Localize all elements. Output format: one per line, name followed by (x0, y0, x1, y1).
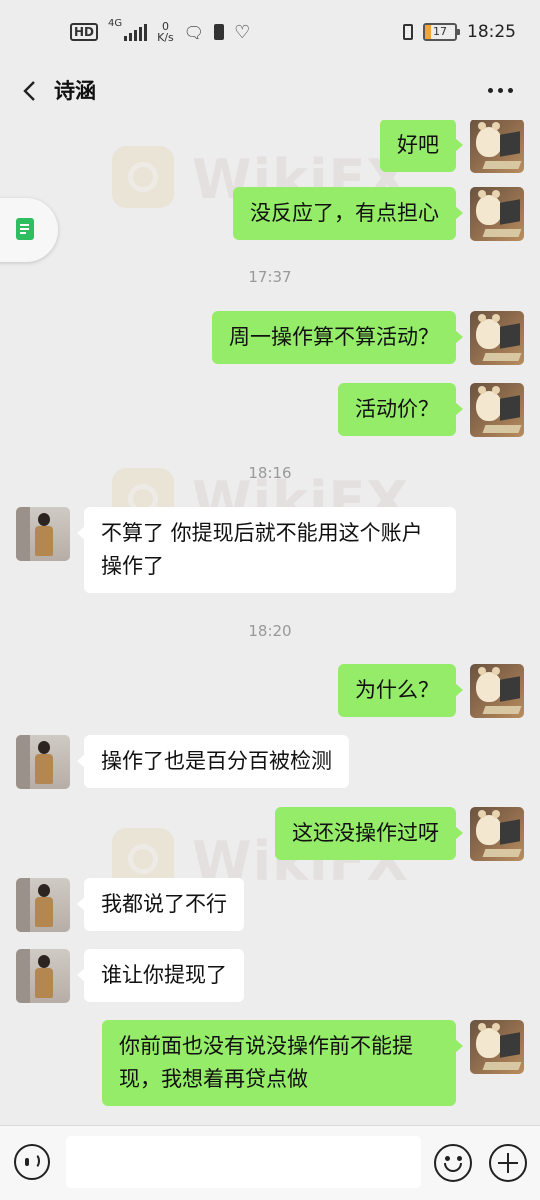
my-avatar[interactable] (470, 383, 524, 437)
message-bubble[interactable]: 活动价？ (338, 383, 463, 436)
my-avatar[interactable] (470, 120, 524, 173)
my-avatar[interactable] (470, 664, 524, 718)
chevron-left-icon[interactable] (16, 76, 46, 106)
heart-icon: ♡ (234, 21, 251, 43)
document-icon (16, 218, 34, 240)
message-bubble[interactable]: 谁让你提现了 (77, 949, 244, 1002)
emoji-icon[interactable] (434, 1144, 472, 1182)
chat-header: 诗涵 (0, 64, 540, 120)
message-bubble[interactable]: 操作了也是百分百被检测 (77, 735, 349, 788)
contact-avatar[interactable] (16, 949, 70, 1003)
battery-level: 17 (433, 25, 447, 38)
timestamp: 18:20 (248, 622, 292, 640)
vibrate-icon (403, 24, 413, 40)
status-right: 17 18:25 (403, 18, 516, 46)
message-list[interactable]: WikiFX WikiFX WikiFX 好吧 没反应了，有点担心 17:37 … (0, 120, 540, 1125)
message-bubble[interactable]: 没反应了，有点担心 (233, 187, 463, 240)
timestamp: 18:16 (248, 464, 292, 482)
message-input[interactable] (66, 1136, 421, 1188)
my-avatar[interactable] (470, 1020, 524, 1074)
status-bar: HD 4G 0 K/s 🗨 ♡ 17 18:25 (0, 0, 540, 64)
status-left: HD 4G 0 K/s 🗨 ♡ (70, 18, 250, 46)
more-dots-icon[interactable] (488, 84, 518, 96)
message-bubble[interactable]: 不算了 你提现后就不能用这个账户操作了 (77, 507, 456, 593)
chat-title: 诗涵 (54, 79, 96, 103)
message-bubble[interactable]: 这还没操作过呀 (275, 807, 463, 860)
message-bubble[interactable]: 周一操作算不算活动？ (212, 311, 463, 364)
plus-icon[interactable] (489, 1144, 527, 1182)
message-bubble[interactable]: 好吧 (380, 120, 463, 172)
my-avatar[interactable] (470, 187, 524, 241)
contact-avatar[interactable] (16, 735, 70, 789)
battery-icon: 17 (423, 23, 460, 41)
battery-alert-icon (214, 24, 225, 40)
network-type: 4G (108, 18, 123, 29)
clock: 18:25 (467, 22, 516, 42)
signal-icon (124, 23, 148, 41)
contact-avatar[interactable] (16, 507, 70, 561)
message-bubble[interactable]: 你前面也没有说没操作前不能提现，我想着再贷点做 (102, 1020, 463, 1106)
net-speed-unit: K/s (157, 31, 174, 44)
message-bubble[interactable]: 我都说了不行 (77, 878, 244, 931)
message-bubble[interactable]: 为什么？ (338, 664, 463, 717)
timestamp: 17:37 (248, 268, 292, 286)
input-bar (0, 1125, 540, 1200)
voice-icon[interactable] (14, 1144, 50, 1180)
hd-badge: HD (70, 23, 99, 41)
contact-avatar[interactable] (16, 878, 70, 932)
wechat-icon: 🗨 (183, 22, 205, 42)
net-speed: 0 K/s (157, 21, 174, 43)
my-avatar[interactable] (470, 311, 524, 365)
my-avatar[interactable] (470, 807, 524, 861)
